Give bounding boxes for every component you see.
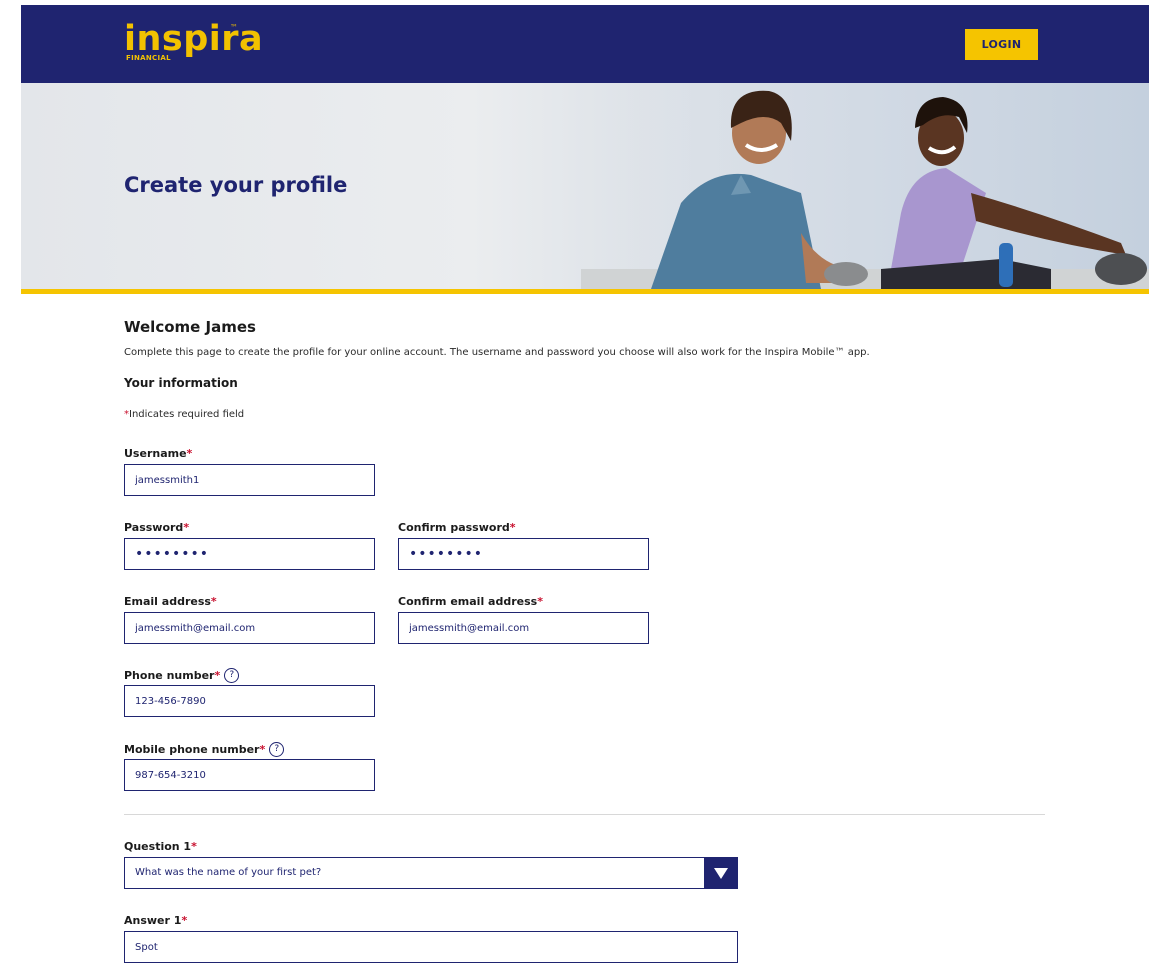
username-input[interactable] [124,464,375,496]
required-star: * [509,521,516,534]
mobile-phone-label-text: Mobile phone number [124,743,260,756]
required-star: * [537,595,543,608]
password-label-text: Password [124,521,184,534]
required-star: * [191,840,197,853]
confirm-email-input[interactable] [398,612,649,644]
logo-wordmark: inspira [124,19,264,59]
hero-photo [581,83,1149,289]
phone-input[interactable] [124,685,375,717]
required-star: * [210,595,217,608]
required-field-note: *Indicates required field [124,409,244,420]
confirm-email-label-text: Confirm email address [398,595,538,608]
answer-1-label-text: Answer 1 [124,914,182,927]
answer-1-input[interactable] [124,931,738,963]
hero-banner: Create your profile [21,83,1149,289]
required-star: * [181,914,188,927]
required-star: * [183,521,190,534]
required-star: * [186,447,193,460]
help-icon[interactable]: ? [269,742,285,757]
mobile-phone-label: Mobile phone number *? [124,742,285,757]
answer-1-label: Answer 1 * [124,914,187,927]
password-label: Password * [124,521,189,534]
confirm-password-label: Confirm password * [398,521,516,534]
logo-trademark: ™ [230,23,238,32]
phone-label: Phone number *? [124,668,240,683]
hero-accent-bar [21,289,1149,294]
confirm-password-label-text: Confirm password [398,521,510,534]
email-label-text: Email address [124,595,211,608]
email-label: Email address * [124,595,217,608]
confirm-email-label: Confirm email address * [398,595,543,608]
mobile-phone-input[interactable] [124,759,375,791]
password-input[interactable] [124,538,375,570]
welcome-heading: Welcome James [124,318,256,336]
question-1-select[interactable]: What was the name of your first pet? [124,857,738,889]
confirm-password-input[interactable] [398,538,649,570]
question-1-label-text: Question 1 [124,840,192,853]
login-button[interactable]: LOGIN [965,29,1038,60]
page-title: Create your profile [124,173,348,197]
username-label: Username * [124,447,192,460]
logo-subtitle: FINANCIAL [126,54,171,62]
section-title-your-information: Your information [124,376,238,390]
email-input[interactable] [124,612,375,644]
section-divider [124,814,1045,815]
username-label-text: Username [124,447,187,460]
site-header: inspira ™ FINANCIAL LOGIN [21,5,1149,83]
intro-text: Complete this page to create the profile… [124,347,870,358]
required-star: * [214,669,221,682]
required-note-text: Indicates required field [129,409,245,420]
help-icon[interactable]: ? [224,668,240,683]
question-1-label: Question 1 * [124,840,197,853]
dropdown-arrow-icon[interactable] [704,858,737,888]
phone-label-text: Phone number [124,669,215,682]
question-1-selected-value: What was the name of your first pet? [135,867,322,878]
required-star: * [259,743,266,756]
